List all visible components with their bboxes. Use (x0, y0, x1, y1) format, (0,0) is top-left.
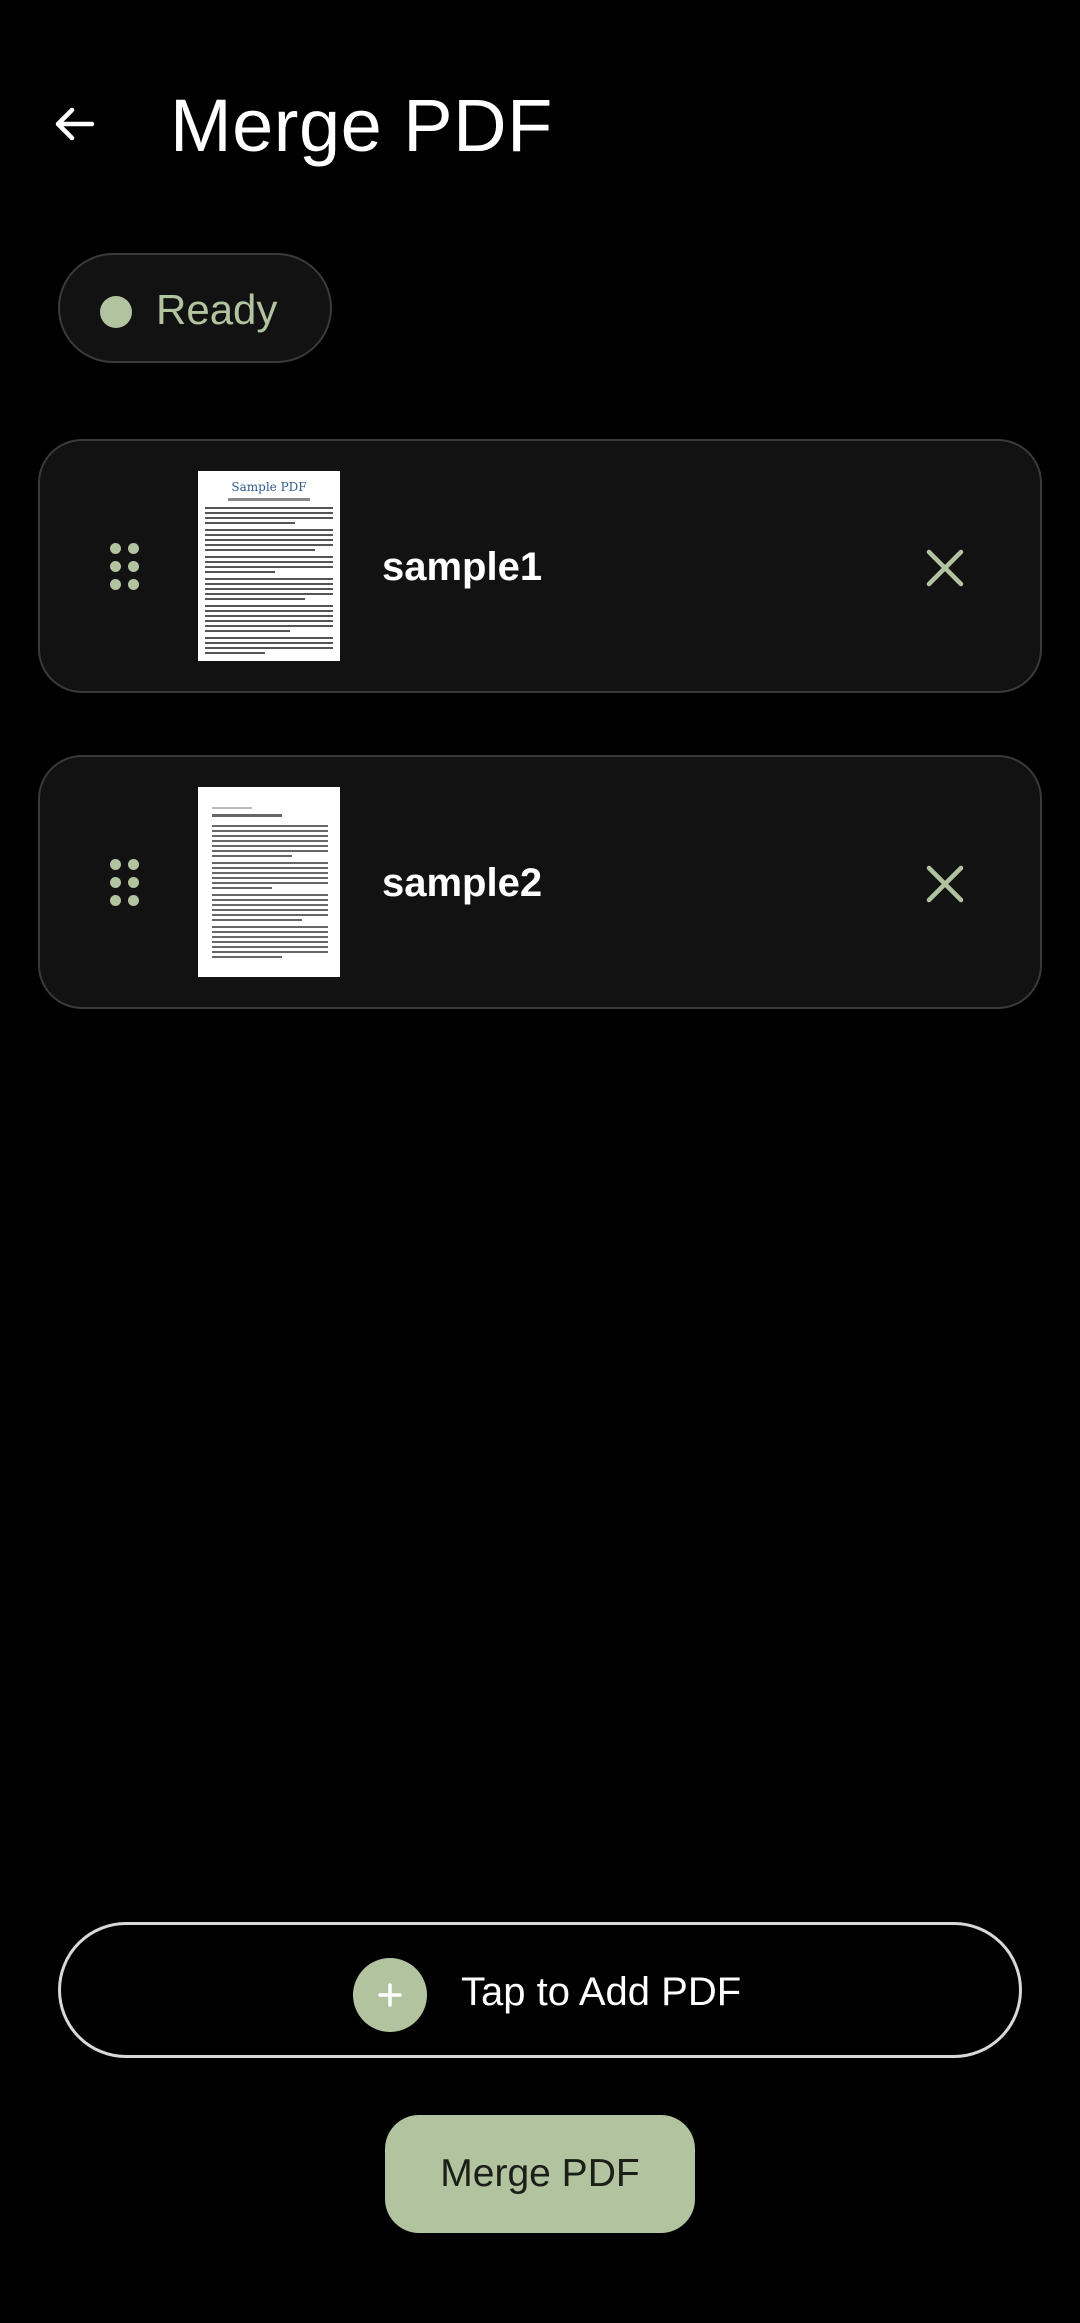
status-label: Ready (156, 286, 278, 333)
status-dot (100, 296, 132, 328)
plus-glyph (378, 1983, 402, 2007)
add-pdf-button[interactable]: Tap to Add PDF (58, 1922, 1022, 2058)
remove-file-button[interactable] (910, 533, 980, 603)
add-pdf-label: Tap to Add PDF (461, 1970, 742, 2014)
remove-file-button[interactable] (910, 849, 980, 919)
file-card[interactable]: Sample PDF sample1 (38, 439, 1042, 693)
file-name: sample2 (382, 861, 543, 905)
pdf-page-preview (198, 787, 340, 977)
status-chip: Ready (58, 253, 332, 363)
top-app-bar: Merge PDF (0, 0, 1080, 250)
plus-icon (353, 1958, 427, 2032)
pdf-page-preview: Sample PDF (198, 471, 340, 661)
drag-handle-icon[interactable] (106, 543, 146, 593)
close-icon (926, 549, 964, 587)
file-card[interactable]: sample2 (38, 755, 1042, 1009)
page-title: Merge PDF (170, 84, 553, 167)
close-icon (926, 865, 964, 903)
merge-pdf-label: Merge PDF (440, 2152, 640, 2195)
merge-pdf-button[interactable]: Merge PDF (385, 2115, 695, 2233)
back-button[interactable] (38, 88, 110, 160)
file-name: sample1 (382, 545, 543, 589)
pdf-thumbnail (198, 787, 340, 977)
arrow-left-icon (55, 107, 95, 141)
drag-handle-icon[interactable] (106, 859, 146, 909)
thumbnail-title: Sample PDF (231, 480, 306, 494)
pdf-thumbnail: Sample PDF (198, 471, 340, 661)
